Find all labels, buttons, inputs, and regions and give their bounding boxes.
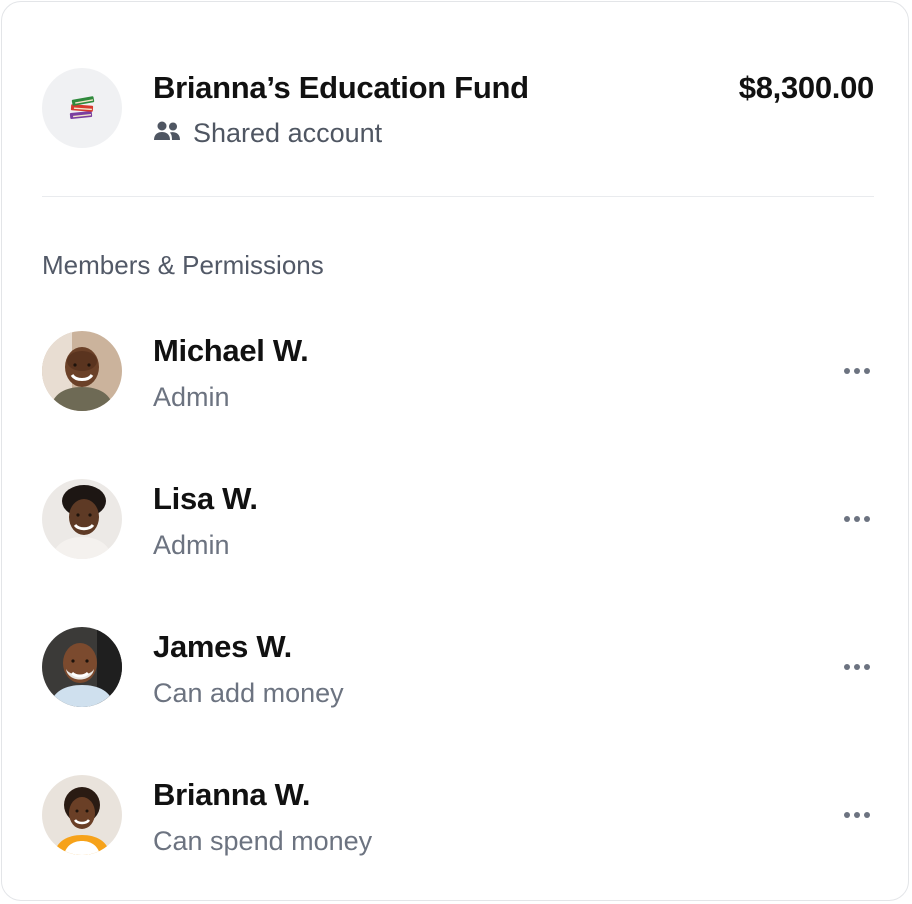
- member-name: Brianna W.: [153, 777, 311, 812]
- people-icon: [153, 118, 181, 149]
- account-subtitle: Shared account: [153, 118, 382, 149]
- member-name: James W.: [153, 629, 292, 664]
- shared-account-card: Brianna’s Education Fund Shared account …: [1, 1, 909, 901]
- account-subtitle-text: Shared account: [193, 118, 383, 148]
- member-role: Can add money: [153, 678, 344, 708]
- divider: [42, 196, 874, 197]
- avatar-james: [42, 627, 122, 707]
- avatar-michael: [42, 331, 122, 411]
- account-header: Brianna’s Education Fund Shared account …: [42, 68, 874, 148]
- member-role: Admin: [153, 382, 230, 412]
- account-title: Brianna’s Education Fund: [153, 70, 529, 105]
- member-name: Lisa W.: [153, 481, 258, 516]
- member-name: Michael W.: [153, 333, 309, 368]
- more-options-icon[interactable]: [840, 653, 874, 681]
- section-title: Members & Permissions: [42, 250, 324, 280]
- member-row[interactable]: Michael W. Admin: [42, 331, 874, 412]
- account-balance: $8,300.00: [738, 70, 875, 105]
- member-row[interactable]: Brianna W. Can spend money: [42, 775, 874, 856]
- avatar-brianna: [42, 775, 122, 855]
- avatar-lisa: [42, 479, 122, 559]
- member-role: Admin: [153, 530, 230, 560]
- member-role: Can spend money: [153, 826, 373, 856]
- member-row[interactable]: Lisa W. Admin: [42, 479, 874, 560]
- more-options-icon[interactable]: [840, 357, 874, 385]
- more-options-icon[interactable]: [840, 801, 874, 829]
- member-row[interactable]: James W. Can add money: [42, 627, 874, 708]
- books-icon: [42, 68, 122, 148]
- more-options-icon[interactable]: [840, 505, 874, 533]
